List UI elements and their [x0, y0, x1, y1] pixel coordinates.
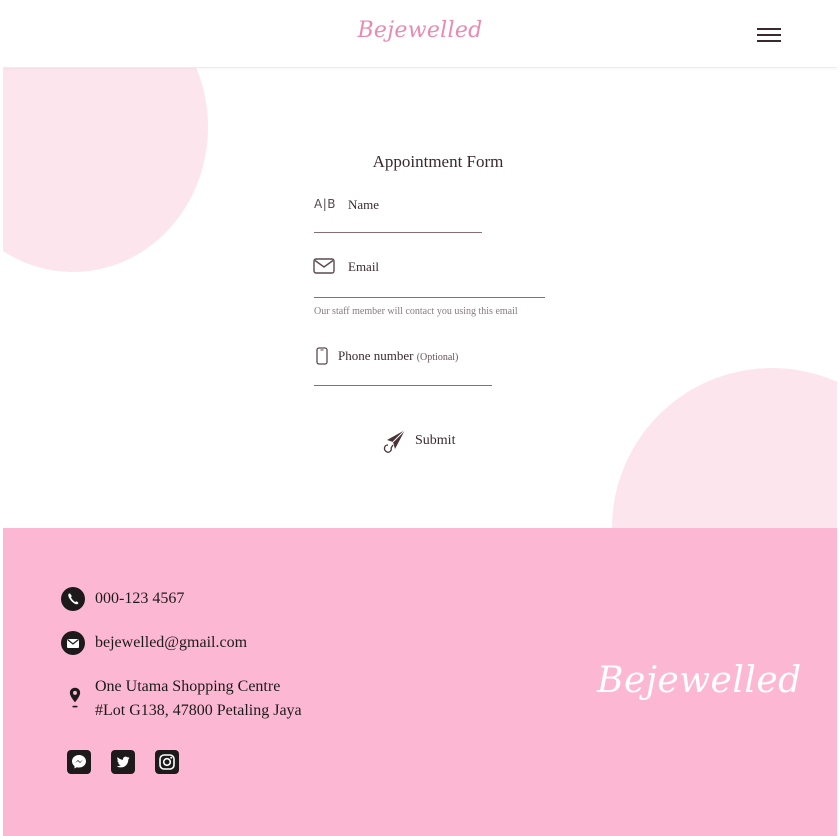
phone-label: Phone number	[338, 348, 414, 363]
mobile-phone-icon	[316, 347, 328, 365]
appointment-form: Appointment Form A|B Name Email Our staf…	[3, 0, 837, 528]
ab-text-icon: A|B	[314, 197, 336, 211]
page: Bejewelled Appointment Form A|B Name Ema…	[3, 0, 837, 836]
phone-field[interactable]: Phone number (Optional)	[338, 348, 458, 364]
phone-underline	[314, 385, 492, 386]
form-title: Appointment Form	[372, 152, 504, 171]
name-label: Name	[348, 197, 380, 212]
submit-label: Submit	[415, 433, 456, 448]
email-underline	[314, 297, 545, 298]
twitter-icon[interactable]	[111, 750, 135, 774]
footer-email[interactable]: bejewelled@gmail.com	[95, 634, 247, 652]
footer-brand-logo: Bejewelled	[597, 660, 802, 701]
site-footer: 000-123 4567 bejewelled@gmail.com One Ut…	[3, 528, 837, 836]
site-header: Bejewelled	[3, 0, 837, 68]
email-hint: Our staff member will contact you using …	[314, 306, 518, 317]
hamburger-menu-icon[interactable]	[757, 28, 781, 44]
email-field[interactable]: Email	[348, 259, 379, 275]
email-label: Email	[348, 259, 380, 274]
brand-logo[interactable]: Bejewelled	[3, 18, 837, 43]
footer-address-line1: One Utama Shopping Centre	[95, 678, 281, 695]
messenger-icon[interactable]	[67, 750, 91, 774]
name-underline	[314, 232, 482, 233]
email-icon	[61, 631, 85, 655]
instagram-icon[interactable]	[155, 750, 179, 774]
phone-icon	[61, 587, 85, 611]
name-field[interactable]: Name	[348, 197, 379, 213]
envelope-icon	[313, 258, 335, 274]
footer-phone[interactable]: 000-123 4567	[95, 590, 184, 608]
location-pin-icon	[69, 687, 81, 708]
paper-plane-icon	[383, 429, 406, 453]
phone-optional-label: (Optional)	[416, 352, 459, 363]
footer-address-line2: #Lot G138, 47800 Petaling Jaya	[95, 702, 302, 719]
submit-button[interactable]: Submit	[381, 428, 471, 458]
